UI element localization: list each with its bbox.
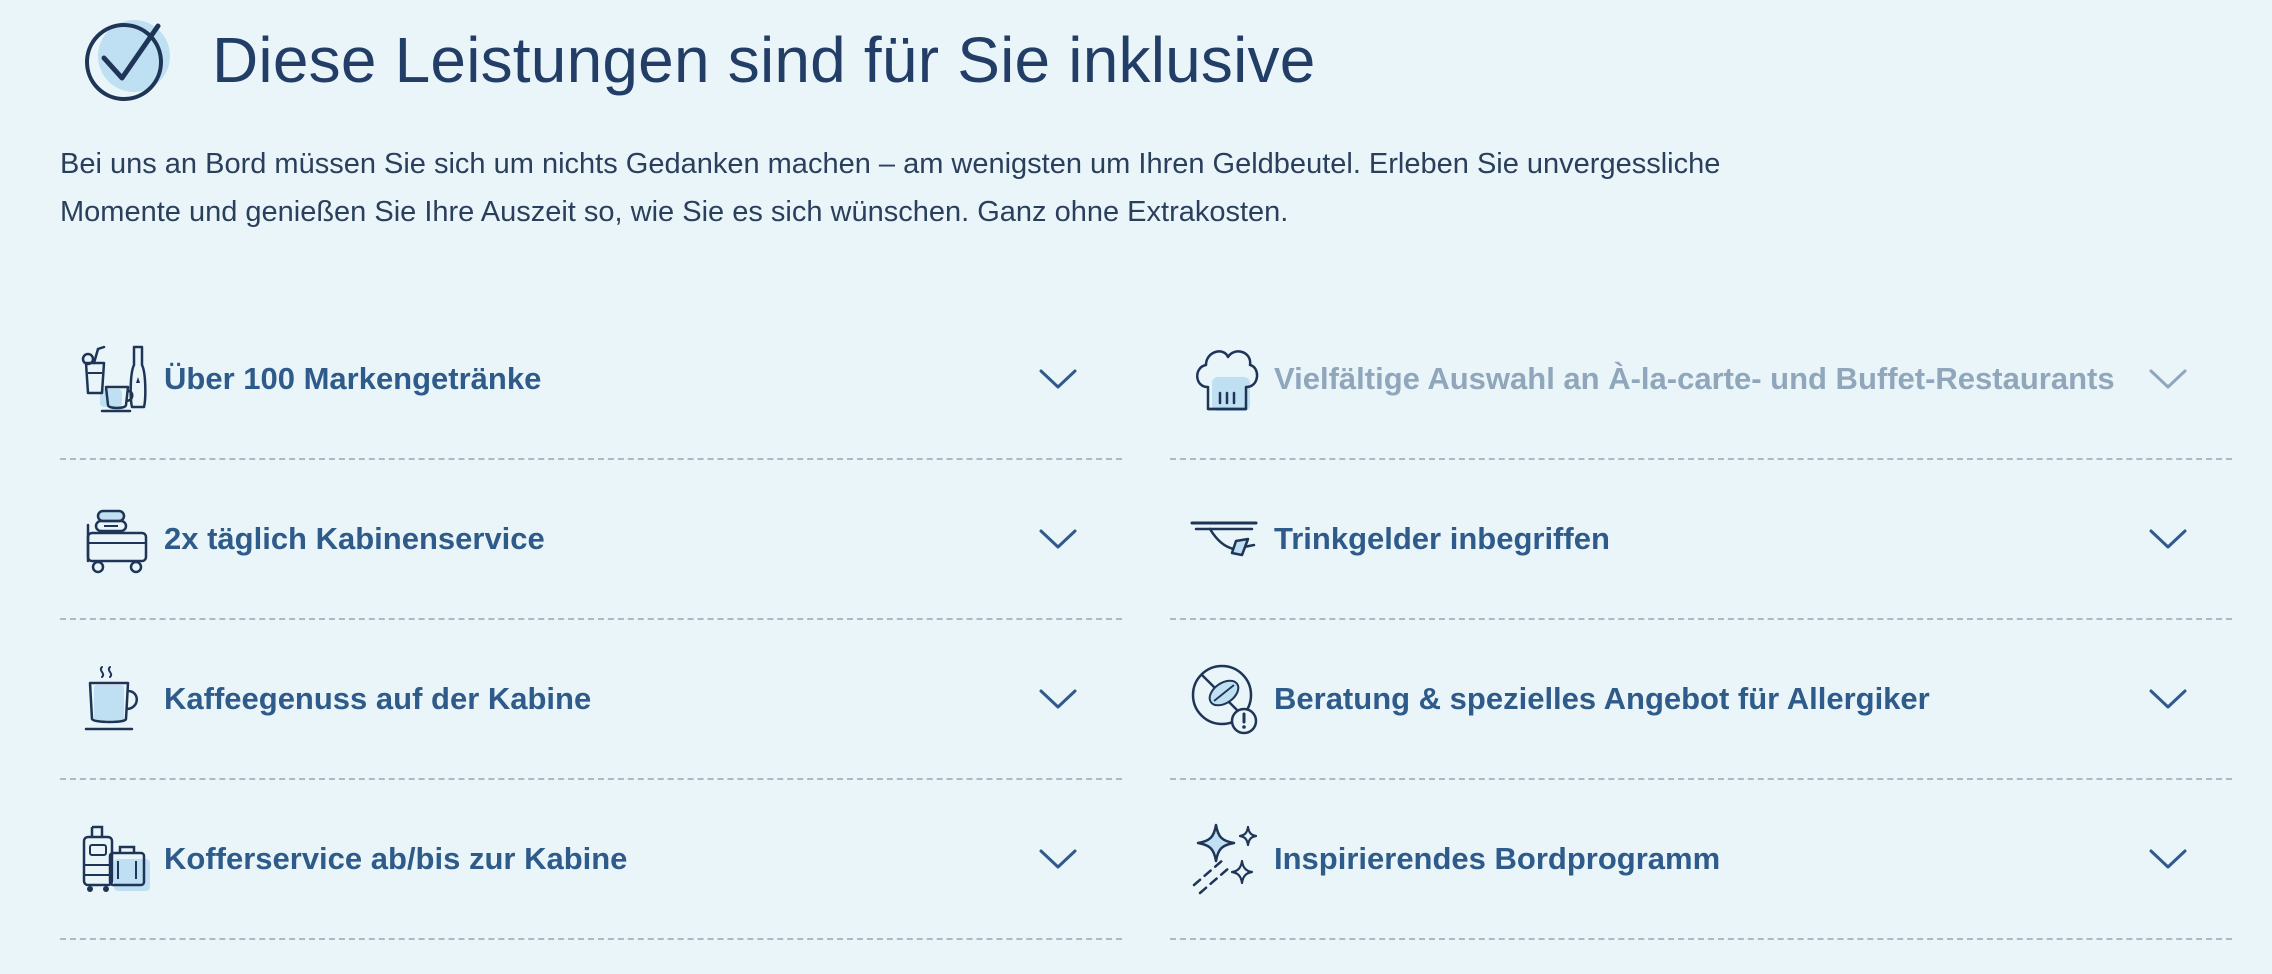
feature-item-tips[interactable]: Trinkgelder inbegriffen — [1170, 460, 2232, 620]
feature-label: Trinkgelder inbegriffen — [1274, 521, 1610, 556]
checkmark-circle-icon — [85, 20, 170, 101]
chevron-down-icon — [1039, 689, 1077, 709]
coffee-cup-icon — [84, 666, 138, 731]
sparkles-icon — [1192, 823, 1258, 895]
chef-hat-icon — [1196, 350, 1259, 411]
feature-item-allergies[interactable]: Beratung & spezielles Angebot für Allerg… — [1170, 620, 2232, 780]
drinks-icon — [81, 345, 147, 413]
allergy-icon — [1191, 664, 1258, 735]
intro-line-2: Momente und genießen Sie Ihre Auszeit so… — [60, 196, 1289, 228]
feature-label: Kaffeegenuss auf der Kabine — [164, 681, 592, 716]
chevron-down-icon — [2149, 689, 2187, 709]
luggage-icon — [82, 825, 150, 892]
chevron-down-icon — [2149, 849, 2187, 869]
serving-tray-icon — [1190, 521, 1258, 557]
intro-line-1: Bei uns an Bord müssen Sie sich um nicht… — [60, 148, 1721, 180]
chevron-down-icon — [2149, 529, 2187, 549]
intro-text: Bei uns an Bord müssen Sie sich um nicht… — [60, 140, 1860, 236]
feature-label: 2x täglich Kabinenservice — [164, 521, 545, 556]
section-header: Diese Leistungen sind für Sie inklusive — [80, 10, 1316, 110]
housekeeping-cart-icon — [86, 509, 148, 574]
feature-item-cabin-service[interactable]: 2x täglich Kabinenservice — [60, 460, 1122, 620]
chevron-down-icon — [1039, 849, 1077, 869]
feature-item-coffee[interactable]: Kaffeegenuss auf der Kabine — [60, 620, 1122, 780]
feature-item-drinks[interactable]: Über 100 Markengetränke — [60, 300, 1122, 460]
chevron-down-icon — [1039, 369, 1077, 389]
feature-item-luggage[interactable]: Kofferservice ab/bis zur Kabine — [60, 780, 1122, 940]
feature-label: Kofferservice ab/bis zur Kabine — [164, 841, 628, 876]
chevron-down-icon — [2149, 369, 2187, 389]
feature-label: Beratung & spezielles Angebot für Allerg… — [1274, 681, 1930, 716]
feature-label: Inspirierendes Bordprogramm — [1274, 841, 1721, 876]
feature-label: Vielfältige Auswahl an À-la-carte- und B… — [1274, 361, 2115, 396]
chevron-down-icon — [1039, 529, 1077, 549]
feature-item-restaurants[interactable]: Vielfältige Auswahl an À-la-carte- und B… — [1170, 300, 2232, 460]
page-title: Diese Leistungen sind für Sie inklusive — [212, 24, 1316, 96]
feature-item-program[interactable]: Inspirierendes Bordprogramm — [1170, 780, 2232, 940]
features-accordion: Über 100 Markengetränke Vielfältige Ausw… — [60, 300, 2232, 940]
feature-label: Über 100 Markengetränke — [164, 361, 542, 396]
